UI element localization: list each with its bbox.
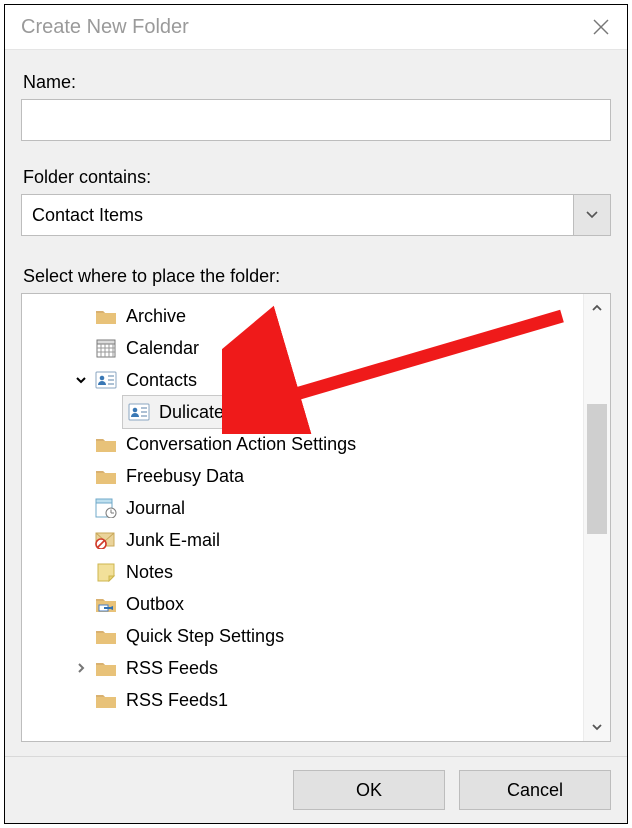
select-where-label: Select where to place the folder:	[23, 266, 611, 287]
calendar-icon	[94, 337, 118, 359]
expander-placeholder	[100, 401, 122, 423]
expander-placeholder	[70, 593, 92, 615]
tree-item-label: Archive	[124, 300, 188, 332]
tree-item[interactable]: Notes	[22, 556, 583, 588]
tree-item-label: Calendar	[124, 332, 201, 364]
tree-item[interactable]: Journal	[22, 492, 583, 524]
notes-icon	[94, 561, 118, 583]
scrollbar-thumb[interactable]	[587, 404, 607, 534]
expander-placeholder	[70, 337, 92, 359]
name-label: Name:	[23, 72, 611, 93]
tree-item[interactable]: Quick Step Settings	[22, 620, 583, 652]
dropdown-button[interactable]	[573, 195, 610, 235]
contacts-icon	[127, 401, 151, 423]
expander-placeholder	[70, 433, 92, 455]
tree-item[interactable]: RSS Feeds1	[22, 684, 583, 716]
contacts-icon	[94, 369, 118, 391]
expander-placeholder	[70, 465, 92, 487]
tree-item[interactable]: Contacts	[22, 364, 583, 396]
chevron-down-icon	[591, 722, 603, 732]
folder-icon	[94, 433, 118, 455]
folder-icon	[94, 465, 118, 487]
folder-tree[interactable]: ArchiveCalendarContactsDulicatesConversa…	[22, 294, 583, 741]
close-icon	[593, 19, 609, 35]
scroll-down-button[interactable]	[584, 713, 610, 741]
expander-placeholder	[70, 305, 92, 327]
tree-item-label: Dulicates	[157, 396, 235, 428]
expander-placeholder	[70, 689, 92, 711]
tree-item-label: Contacts	[124, 364, 199, 396]
chevron-up-icon	[591, 303, 603, 313]
create-new-folder-dialog: Create New Folder Name: Folder contains:…	[4, 4, 628, 824]
close-button[interactable]	[587, 13, 615, 41]
folder-contains-value: Contact Items	[22, 195, 573, 235]
tree-item-label: Freebusy Data	[124, 460, 246, 492]
tree-item-label: Junk E-mail	[124, 524, 222, 556]
expand-icon[interactable]	[70, 657, 92, 679]
tree-item[interactable]: Junk E-mail	[22, 524, 583, 556]
folder-contains-select[interactable]: Contact Items	[21, 194, 611, 236]
tree-item[interactable]: Calendar	[22, 332, 583, 364]
dialog-title: Create New Folder	[21, 16, 189, 39]
tree-item[interactable]: Freebusy Data	[22, 460, 583, 492]
tree-item-label: Outbox	[124, 588, 186, 620]
scrollbar[interactable]	[583, 294, 610, 741]
expander-placeholder	[70, 625, 92, 647]
tree-item[interactable]: Conversation Action Settings	[22, 428, 583, 460]
tree-item[interactable]: Archive	[22, 300, 583, 332]
outbox-icon	[94, 593, 118, 615]
tree-item-label: Quick Step Settings	[124, 620, 286, 652]
tree-item-label: Journal	[124, 492, 187, 524]
tree-item-label: RSS Feeds	[124, 652, 220, 684]
tree-item[interactable]: RSS Feeds	[22, 652, 583, 684]
dialog-footer: OK Cancel	[5, 756, 627, 823]
tree-item-label: Notes	[124, 556, 175, 588]
tree-item-selected[interactable]: Dulicates	[122, 395, 240, 429]
tree-item[interactable]: Outbox	[22, 588, 583, 620]
ok-button[interactable]: OK	[293, 770, 445, 810]
scroll-up-button[interactable]	[584, 294, 610, 322]
collapse-icon[interactable]	[70, 369, 92, 391]
cancel-button[interactable]: Cancel	[459, 770, 611, 810]
folder-icon	[94, 689, 118, 711]
name-input[interactable]	[21, 99, 611, 141]
tree-item[interactable]: Dulicates	[22, 396, 583, 428]
folder-icon	[94, 625, 118, 647]
expander-placeholder	[70, 561, 92, 583]
journal-icon	[94, 497, 118, 519]
folder-icon	[94, 305, 118, 327]
junk-icon	[94, 529, 118, 551]
folder-tree-box: ArchiveCalendarContactsDulicatesConversa…	[21, 293, 611, 742]
folder-contains-label: Folder contains:	[23, 167, 611, 188]
dialog-body: Name: Folder contains: Contact Items Sel…	[5, 50, 627, 756]
titlebar: Create New Folder	[5, 5, 627, 50]
folder-icon	[94, 657, 118, 679]
chevron-down-icon	[585, 210, 599, 220]
expander-placeholder	[70, 497, 92, 519]
expander-placeholder	[70, 529, 92, 551]
tree-item-label: RSS Feeds1	[124, 684, 230, 716]
tree-item-label: Conversation Action Settings	[124, 428, 358, 460]
